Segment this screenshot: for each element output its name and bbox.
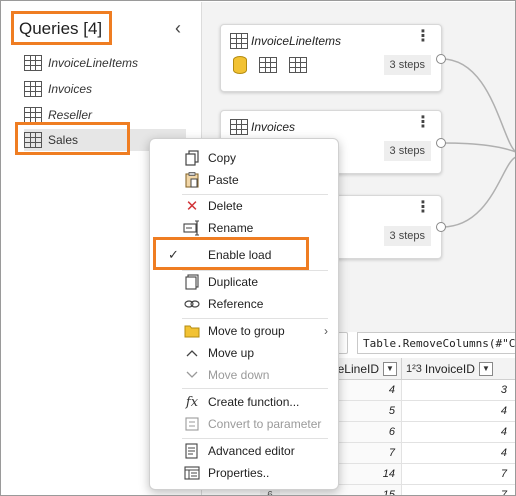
table-icon bbox=[24, 55, 42, 71]
advanced-editor-icon bbox=[182, 443, 202, 459]
query-item-label: Reseller bbox=[48, 108, 93, 122]
table-icon bbox=[24, 81, 42, 97]
menu-item-copy[interactable]: Copy bbox=[154, 147, 336, 169]
table-icon bbox=[230, 119, 248, 135]
queries-pane-title: Queries [4] bbox=[11, 11, 112, 45]
chevron-left-icon[interactable]: ‹ bbox=[170, 18, 186, 38]
menu-item-label: Paste bbox=[208, 173, 239, 187]
fx-icon: fx bbox=[185, 394, 199, 410]
menu-item-label: Duplicate bbox=[208, 275, 259, 289]
menu-item-label: Rename bbox=[208, 221, 254, 235]
menu-item-properties[interactable]: Properties.. bbox=[154, 462, 336, 484]
menu-item-label: Move to group bbox=[208, 324, 285, 338]
connector-node[interactable] bbox=[436, 138, 446, 148]
menu-item-rename[interactable]: Rename bbox=[154, 217, 336, 239]
chevron-right-icon: › bbox=[324, 324, 328, 338]
query-item-label: InvoiceLineItems bbox=[48, 56, 139, 70]
table-icon bbox=[24, 107, 42, 123]
menu-item-duplicate[interactable]: Duplicate bbox=[154, 271, 336, 293]
menu-item-label: Create function... bbox=[208, 395, 300, 409]
menu-item-label: Properties.. bbox=[208, 466, 270, 480]
parameter-icon bbox=[182, 416, 202, 432]
menu-item-advanced-editor[interactable]: Advanced editor bbox=[154, 440, 336, 462]
table-icon bbox=[289, 57, 307, 73]
sales-highlight-box bbox=[15, 122, 130, 155]
more-options-icon[interactable]: ⋮ bbox=[415, 29, 431, 45]
menu-separator bbox=[182, 318, 328, 319]
menu-item-move-up[interactable]: Move up bbox=[154, 342, 336, 364]
formula-bar[interactable]: Table.RemoveColumns(#"Ch bbox=[357, 332, 515, 354]
database-icon bbox=[233, 56, 247, 74]
menu-item-move-down[interactable]: Move down bbox=[154, 364, 336, 386]
context-menu: Copy Paste ✕ Delete Rename ✓ Enable load bbox=[149, 138, 339, 490]
table-icon bbox=[259, 57, 277, 73]
menu-item-convert-to-parameter[interactable]: Convert to parameter bbox=[154, 413, 336, 435]
column-header-label: eLineID bbox=[337, 361, 379, 376]
query-item-invoices[interactable]: Invoices bbox=[24, 78, 184, 100]
duplicate-icon bbox=[182, 274, 202, 290]
connector-node[interactable] bbox=[436, 54, 446, 64]
more-options-icon[interactable]: ⋮ bbox=[415, 115, 431, 131]
query-item-label: Invoices bbox=[48, 82, 93, 96]
rename-icon bbox=[182, 220, 202, 236]
table-icon bbox=[230, 33, 248, 49]
query-card-title: Invoices bbox=[251, 120, 296, 134]
chevron-up-icon bbox=[182, 345, 202, 361]
column-dropdown-icon[interactable]: ▼ bbox=[383, 361, 397, 376]
table-cell[interactable]: 4 bbox=[402, 401, 515, 422]
menu-item-move-to-group[interactable]: Move to group › bbox=[154, 320, 336, 342]
paste-icon bbox=[182, 172, 202, 188]
menu-item-reference[interactable]: Reference bbox=[154, 293, 336, 315]
chevron-down-icon bbox=[182, 367, 202, 383]
folder-icon bbox=[182, 323, 202, 339]
steps-badge[interactable]: 3 steps bbox=[383, 55, 431, 75]
menu-separator bbox=[182, 438, 328, 439]
steps-badge[interactable]: 3 steps bbox=[383, 141, 431, 161]
menu-item-label: Delete bbox=[208, 199, 243, 213]
query-item-invoicelineitems[interactable]: InvoiceLineItems bbox=[24, 52, 184, 74]
copy-icon bbox=[182, 150, 202, 166]
steps-badge[interactable]: 3 steps bbox=[383, 226, 431, 246]
step-icons bbox=[233, 56, 307, 74]
menu-item-label: Move down bbox=[208, 368, 270, 382]
menu-item-label: Copy bbox=[208, 151, 237, 165]
enable-load-highlight-box bbox=[153, 237, 309, 270]
table-cell[interactable]: 4 bbox=[402, 422, 515, 443]
menu-item-label: Convert to parameter bbox=[208, 417, 322, 431]
query-card-title: InvoiceLineItems bbox=[251, 34, 342, 48]
column-header-invoiceid[interactable]: 1²3 InvoiceID ▼ bbox=[402, 358, 515, 380]
more-options-icon[interactable]: ⋮ bbox=[415, 200, 431, 216]
menu-item-delete[interactable]: ✕ Delete bbox=[154, 195, 336, 217]
column-dropdown-icon[interactable]: ▼ bbox=[478, 361, 493, 376]
properties-icon bbox=[182, 465, 202, 481]
column-header-label: InvoiceID bbox=[424, 361, 475, 376]
menu-item-label: Move up bbox=[208, 346, 255, 360]
query-card-invoicelineitems[interactable]: InvoiceLineItems ⋮ 3 steps bbox=[220, 24, 442, 92]
power-query-window: Queries [4] ‹ InvoiceLineItems Invoices … bbox=[0, 0, 516, 496]
connector-node[interactable] bbox=[436, 222, 446, 232]
table-cell[interactable]: 7 bbox=[402, 464, 515, 485]
table-cell[interactable]: 3 bbox=[402, 380, 515, 401]
menu-separator bbox=[182, 388, 328, 389]
menu-item-paste[interactable]: Paste bbox=[154, 169, 336, 191]
whole-number-type-icon[interactable]: 1²3 bbox=[406, 363, 422, 375]
menu-item-label: Advanced editor bbox=[208, 444, 295, 458]
table-cell[interactable]: 4 bbox=[402, 443, 515, 464]
delete-icon: ✕ bbox=[185, 198, 199, 215]
reference-icon bbox=[182, 296, 202, 312]
table-cell[interactable]: 7 bbox=[402, 485, 515, 495]
menu-item-label: Reference bbox=[208, 297, 264, 311]
menu-item-create-function[interactable]: fx Create function... bbox=[154, 391, 336, 413]
